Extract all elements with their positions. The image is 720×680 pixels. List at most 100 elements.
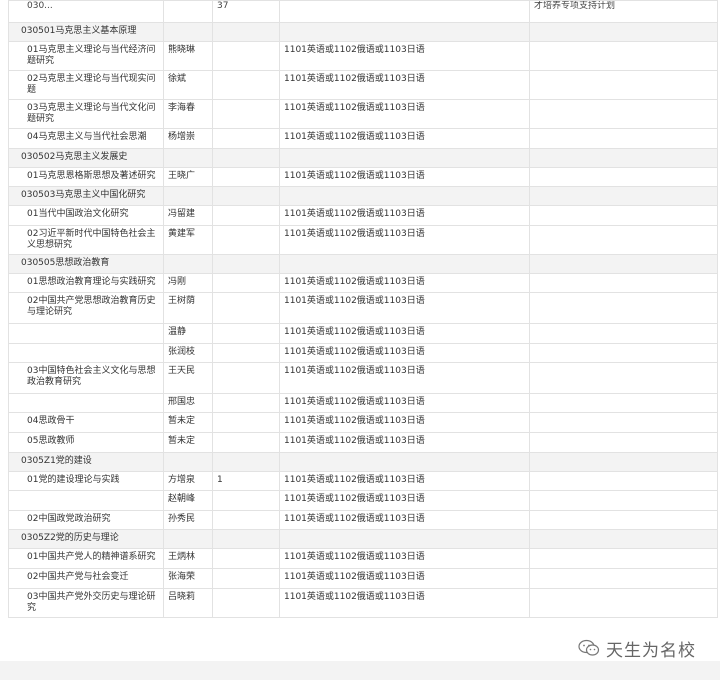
cell-direction: 01中国共产党人的精神谱系研究 (8, 548, 164, 569)
table-row: 03马克思主义理论与当代文化问题研究 李海春 1101英语或1102俄语或1103日… (8, 99, 718, 129)
cell-note (529, 128, 718, 149)
table-row-top-cutoff: 030... 37 才培养专项支持计划 (8, 0, 718, 23)
cell-language: 1101英语或1102俄语或1103日语 (279, 490, 530, 511)
cell-direction: 0305Z1党的建设 (8, 451, 164, 472)
table-row: 01党的建设理论与实践 方增泉 1 1101英语或1102俄语或1103日语 (8, 470, 718, 492)
cell-note (529, 253, 718, 274)
cell-direction: 01党的建设理论与实践 (8, 470, 164, 492)
cell-supervisor: 暂未定 (163, 431, 213, 453)
table-row: 02中国政党政治研究 孙秀民 1101英语或1102俄语或1103日语 (8, 509, 718, 531)
table-section-row: 030503马克思主义中国化研究 (8, 186, 718, 207)
cell-note (529, 70, 718, 100)
cell-quota: 1 (212, 470, 280, 492)
cell-note (529, 22, 718, 42)
cell-quota (212, 548, 280, 569)
cell-note (529, 272, 718, 294)
wechat-icon (578, 639, 600, 656)
cell-direction: 030503马克思主义中国化研究 (8, 186, 164, 207)
cell-supervisor: 杨增崇 (163, 128, 213, 149)
cell-language: 1101英语或1102俄语或1103日语 (279, 362, 530, 394)
cell-quota (212, 587, 280, 618)
cell-language: 1101英语或1102俄语或1103日语 (279, 128, 530, 149)
cell-note (529, 587, 718, 618)
cell-quota (212, 224, 280, 255)
table-row: 01思想政治教育理论与实践研究 冯刚 1101英语或1102俄语或1103日语 (8, 272, 718, 294)
cell-direction (8, 392, 164, 414)
cell-quota (212, 99, 280, 129)
table-section-row: 0305Z1党的建设 (8, 451, 718, 472)
table-section-row: 030502马克思主义发展史 (8, 147, 718, 168)
table-section-row: 030501马克思主义基本原理 (8, 22, 718, 42)
cell-supervisor (163, 22, 213, 42)
cell-note (529, 490, 718, 511)
cell-note (529, 451, 718, 472)
cell-direction: 02中国政党政治研究 (8, 509, 164, 531)
cell-language: 1101英语或1102俄语或1103日语 (279, 99, 530, 129)
cell-direction: 030502马克思主义发展史 (8, 147, 164, 168)
cell-supervisor (163, 253, 213, 274)
watermark: 天生为名校 (578, 636, 696, 661)
cell-direction: 030505思想政治教育 (8, 253, 164, 274)
cell-supervisor: 暂未定 (163, 412, 213, 433)
cell-quota (212, 392, 280, 414)
cell-language: 1101英语或1102俄语或1103日语 (279, 70, 530, 100)
cell-direction: 01马克思恩格斯思想及著述研究 (8, 166, 164, 188)
cell-language: 1101英语或1102俄语或1103日语 (279, 41, 530, 71)
cell-direction: 03马克思主义理论与当代文化问题研究 (8, 99, 164, 129)
table-row: 01中国共产党人的精神谱系研究 王炳林 1101英语或1102俄语或1103日语 (8, 548, 718, 569)
cell-note (529, 166, 718, 188)
cell-supervisor: 李海春 (163, 99, 213, 129)
cell-quota (212, 22, 280, 42)
cell-supervisor: 温静 (163, 322, 213, 344)
cell-language: 1101英语或1102俄语或1103日语 (279, 392, 530, 414)
cell-note (529, 322, 718, 344)
table-row: 邢国忠 1101英语或1102俄语或1103日语 (8, 392, 718, 414)
cell-language: 1101英语或1102俄语或1103日语 (279, 342, 530, 364)
cell-direction: 01马克思主义理论与当代经济问题研究 (8, 41, 164, 71)
cell-quota (212, 322, 280, 344)
table-row: 02马克思主义理论与当代现实问题 徐斌 1101英语或1102俄语或1103日语 (8, 70, 718, 100)
cell-supervisor: 王树荫 (163, 292, 213, 324)
cell-code: 030... (8, 0, 164, 23)
cell-direction: 03中国特色社会主义文化与思想政治教育研究 (8, 362, 164, 394)
cell-language (279, 22, 530, 42)
cell-language: 1101英语或1102俄语或1103日语 (279, 567, 530, 589)
cell-language (279, 186, 530, 207)
table-row: 02中国共产党思想政治教育历史与理论研究 王树荫 1101英语或1102俄语或110… (8, 292, 718, 324)
cell-quota (212, 128, 280, 149)
cell-note (529, 292, 718, 324)
cell-supervisor: 赵朝峰 (163, 490, 213, 511)
cell-supervisor: 张润枝 (163, 342, 213, 364)
cell-language (279, 147, 530, 168)
cell-language: 1101英语或1102俄语或1103日语 (279, 587, 530, 618)
cell-quota (212, 490, 280, 511)
cell-supervisor: 熊晓琳 (163, 41, 213, 71)
cell-direction: 02马克思主义理论与当代现实问题 (8, 70, 164, 100)
cell-quota (212, 567, 280, 589)
cell-note (529, 224, 718, 255)
cell-quota (212, 292, 280, 324)
cell-note (529, 431, 718, 453)
cell-language: 1101英语或1102俄语或1103日语 (279, 509, 530, 531)
cell-quota (212, 509, 280, 531)
cell-note (529, 99, 718, 129)
cell-language: 1101英语或1102俄语或1103日语 (279, 470, 530, 492)
page-footer-bar (0, 661, 720, 680)
cell-quota (212, 41, 280, 71)
cell-quota (212, 451, 280, 472)
table-row: 03中国特色社会主义文化与思想政治教育研究 王天民 1101英语或1102俄语或11… (8, 362, 718, 394)
cell-note (529, 529, 718, 550)
cell-quota (212, 529, 280, 550)
cell-language (279, 253, 530, 274)
cell-quota (212, 147, 280, 168)
cell-language: 1101英语或1102俄语或1103日语 (279, 166, 530, 188)
cell-supervisor (163, 186, 213, 207)
cell-language: 1101英语或1102俄语或1103日语 (279, 431, 530, 453)
table-row: 02中国共产党与社会变迁 张海荣 1101英语或1102俄语或1103日语 (8, 567, 718, 589)
cell-note (529, 392, 718, 414)
cell-direction: 04马克思主义与当代社会思潮 (8, 128, 164, 149)
cell-note (529, 509, 718, 531)
cell-supervisor: 王晓广 (163, 166, 213, 188)
table-row: 04马克思主义与当代社会思潮 杨增崇 1101英语或1102俄语或1103日语 (8, 128, 718, 149)
cell-language: 1101英语或1102俄语或1103日语 (279, 205, 530, 226)
